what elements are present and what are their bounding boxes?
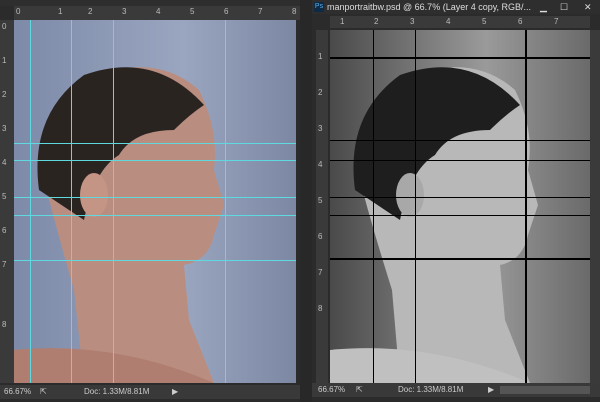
guide-vertical[interactable] <box>30 20 31 383</box>
ruler-label: 6 <box>318 232 323 241</box>
close-button[interactable]: ✕ <box>584 0 592 14</box>
right-canvas[interactable] <box>330 30 590 383</box>
guide-horizontal[interactable] <box>14 143 296 144</box>
guide-horizontal[interactable] <box>14 260 296 261</box>
ruler-label: 7 <box>258 7 263 16</box>
horizontal-scrollbar[interactable] <box>500 386 590 394</box>
ruler-label: 5 <box>2 192 7 201</box>
guide-vertical[interactable] <box>113 20 114 383</box>
doc-size: Doc: 1.33M/8.81M <box>398 385 464 394</box>
ruler-label: 2 <box>318 88 323 97</box>
ruler-label: 7 <box>318 268 323 277</box>
document-title: manportraitbw.psd @ 66.7% (Layer 4 copy,… <box>327 2 532 12</box>
guide-horizontal[interactable] <box>14 197 296 198</box>
left-horizontal-ruler[interactable]: 0 1 2 3 4 5 6 7 8 <box>14 6 300 20</box>
ruler-label: 5 <box>318 196 323 205</box>
share-icon[interactable]: ⇱ <box>356 383 363 397</box>
guide-vertical[interactable] <box>373 30 374 383</box>
right-status-bar: 66.67% ⇱ Doc: 1.33M/8.81M ▶ <box>312 383 600 397</box>
ruler-label: 6 <box>518 17 523 26</box>
guide-vertical[interactable] <box>415 30 416 383</box>
ruler-label: 2 <box>374 17 379 26</box>
doc-size: Doc: 1.33M/8.81M <box>84 387 150 396</box>
share-icon[interactable]: ⇱ <box>40 385 47 399</box>
ruler-label: 2 <box>2 90 7 99</box>
guide-horizontal[interactable] <box>330 197 590 198</box>
guide-vertical[interactable] <box>225 20 226 383</box>
guide-horizontal[interactable] <box>14 215 296 216</box>
guide-horizontal[interactable] <box>330 140 590 141</box>
ruler-label: 8 <box>2 320 7 329</box>
ruler-label: 6 <box>224 7 229 16</box>
ruler-label: 1 <box>318 52 323 61</box>
ruler-label: 3 <box>318 124 323 133</box>
ruler-label: 4 <box>446 17 451 26</box>
zoom-level[interactable]: 66.67% <box>318 383 345 397</box>
guide-horizontal[interactable] <box>330 258 590 260</box>
right-vertical-ruler[interactable]: 1 2 3 4 5 6 7 8 <box>316 30 328 383</box>
ruler-label: 0 <box>2 22 7 31</box>
guide-vertical[interactable] <box>525 30 527 383</box>
right-title-bar[interactable]: Ps manportraitbw.psd @ 66.7% (Layer 4 co… <box>312 0 600 14</box>
ruler-label: 8 <box>292 7 297 16</box>
zoom-level[interactable]: 66.67% <box>4 385 31 399</box>
ruler-label: 4 <box>2 158 7 167</box>
ruler-label: 1 <box>58 7 63 16</box>
ruler-label: 2 <box>88 7 93 16</box>
portrait-photo-color <box>14 67 224 383</box>
right-document-window: Ps manportraitbw.psd @ 66.7% (Layer 4 co… <box>312 0 600 402</box>
guide-horizontal[interactable] <box>330 160 590 161</box>
left-document-window: 0 1 2 3 4 5 6 7 8 0 1 2 3 4 5 6 7 8 66.6… <box>0 0 300 402</box>
vertical-scrollbar[interactable] <box>590 30 600 383</box>
guide-horizontal[interactable] <box>330 57 590 59</box>
ruler-label: 1 <box>340 17 345 26</box>
left-status-bar: 66.67% ⇱ Doc: 1.33M/8.81M ▶ <box>0 385 300 399</box>
guide-horizontal[interactable] <box>330 215 590 216</box>
ruler-label: 4 <box>156 7 161 16</box>
ruler-label: 3 <box>2 124 7 133</box>
ruler-label: 6 <box>2 226 7 235</box>
guide-horizontal[interactable] <box>14 160 296 161</box>
minimize-button[interactable]: ▁ <box>540 0 547 14</box>
ruler-label: 7 <box>554 17 559 26</box>
ruler-label: 5 <box>190 7 195 16</box>
right-horizontal-ruler[interactable]: 1 2 3 4 5 6 7 <box>330 16 590 28</box>
ruler-label: 5 <box>482 17 487 26</box>
ruler-label: 1 <box>2 56 7 65</box>
ruler-label: 4 <box>318 160 323 169</box>
ruler-label: 3 <box>122 7 127 16</box>
ruler-label: 8 <box>318 304 323 313</box>
photoshop-icon: Ps <box>314 2 324 12</box>
ruler-label: 0 <box>16 7 21 16</box>
guide-vertical[interactable] <box>71 20 72 383</box>
portrait-photo-bw <box>330 67 538 383</box>
status-menu-arrow-icon[interactable]: ▶ <box>172 385 178 399</box>
maximize-button[interactable]: ☐ <box>560 0 568 14</box>
status-menu-arrow-icon[interactable]: ▶ <box>488 383 494 397</box>
ruler-label: 7 <box>2 260 7 269</box>
left-canvas[interactable] <box>14 20 296 383</box>
ruler-label: 3 <box>410 17 415 26</box>
left-vertical-ruler[interactable]: 0 1 2 3 4 5 6 7 8 <box>0 20 14 383</box>
